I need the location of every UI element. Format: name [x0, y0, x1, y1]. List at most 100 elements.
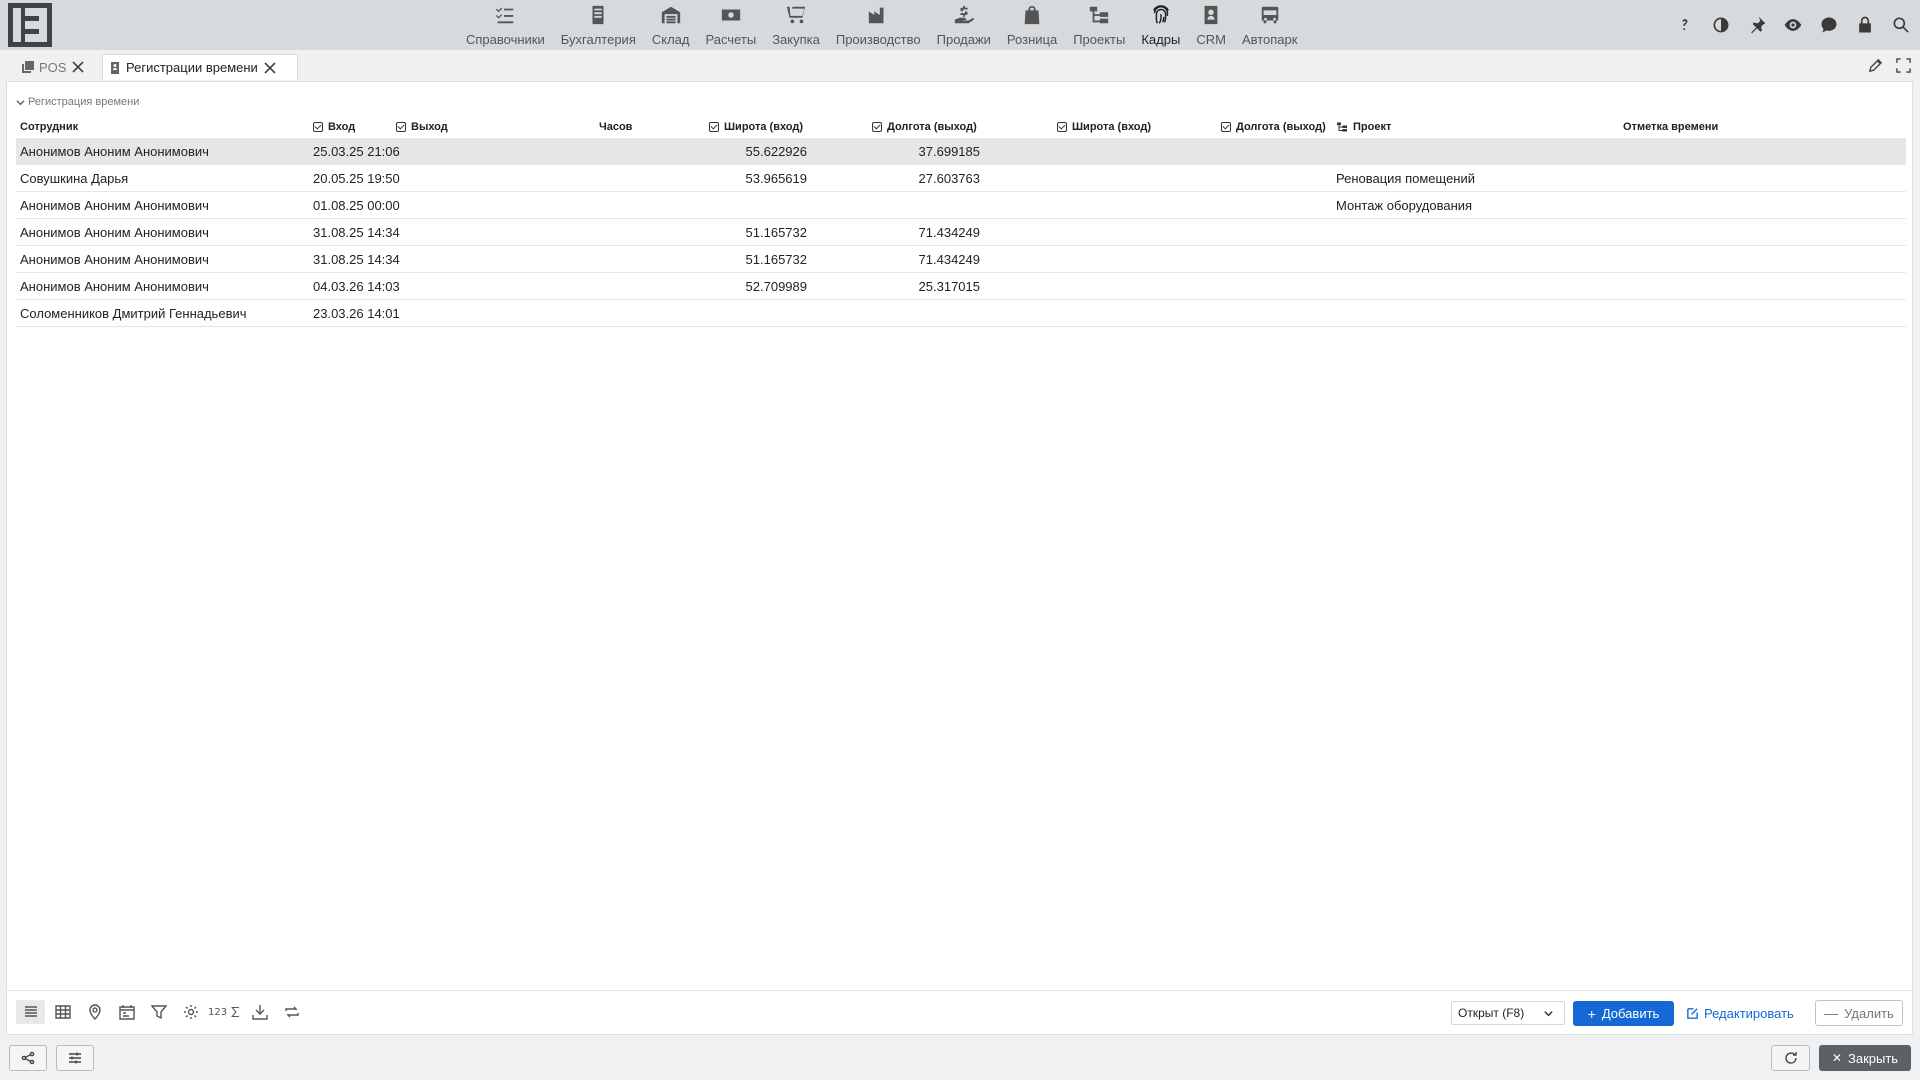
- contact-card-icon: [1199, 3, 1223, 27]
- nav-sales[interactable]: Продажи: [929, 0, 999, 50]
- checkbox-icon: [709, 122, 719, 132]
- column-lat-in[interactable]: Широта (вход): [709, 121, 803, 133]
- cell-project: Реновация помещений: [1336, 171, 1476, 186]
- nav-settlements[interactable]: Расчеты: [697, 0, 764, 50]
- calendar-icon[interactable]: [112, 1000, 141, 1024]
- factory-icon: [866, 3, 890, 27]
- lock-icon[interactable]: [1852, 12, 1878, 38]
- column-label: Широта (вход): [1072, 121, 1152, 133]
- money-icon: [719, 3, 743, 27]
- tab-time-registrations[interactable]: Регистрации времени: [102, 54, 298, 80]
- column-timestamp[interactable]: Отметка времени: [1623, 121, 1718, 133]
- column-lat-in-2[interactable]: Широта (вход): [1057, 121, 1151, 133]
- cell-lat-in: 55.622926: [745, 144, 807, 159]
- checkbox-icon: [1057, 122, 1067, 132]
- main-menu: Справочники Бухгалтерия Склад Расчеты За…: [458, 0, 1305, 50]
- nav-label: Закупка: [772, 32, 820, 47]
- cell-in: 31.08.25 14:34: [313, 225, 400, 240]
- map-pin-icon[interactable]: [80, 1000, 109, 1024]
- close-icon[interactable]: [70, 59, 86, 75]
- cell-employee: Анонимов Аноним Анонимович: [20, 252, 209, 267]
- delete-button[interactable]: — Удалить: [1815, 1000, 1903, 1026]
- cell-in: 20.05.25 19:50: [313, 171, 400, 186]
- chevron-down-icon: [16, 99, 25, 105]
- app-logo[interactable]: [8, 3, 52, 47]
- checkbox-icon: [396, 122, 406, 132]
- cell-lon-out: 71.434249: [918, 252, 980, 267]
- table-row[interactable]: Анонимов Аноним Анонимович 01.08.25 00:0…: [16, 192, 1906, 219]
- tab-label: POS: [39, 59, 67, 75]
- nav-hr[interactable]: Кадры: [1133, 0, 1188, 50]
- table-header: Сотрудник Вход Выход Часов Широта (вход)…: [16, 118, 1906, 138]
- nav-warehouse[interactable]: Склад: [644, 0, 698, 50]
- grid-view-icon[interactable]: [48, 1000, 77, 1024]
- gear-icon[interactable]: [176, 1000, 205, 1024]
- nav-projects[interactable]: Проекты: [1065, 0, 1133, 50]
- edit-button[interactable]: Редактировать: [1686, 1001, 1794, 1026]
- column-employee[interactable]: Сотрудник: [20, 121, 78, 133]
- table-row[interactable]: Анонимов Аноним Анонимович 31.08.25 14:3…: [16, 219, 1906, 246]
- table-row[interactable]: Соломенников Дмитрий Геннадьевич 23.03.2…: [16, 300, 1906, 327]
- sliders-icon: [69, 1052, 81, 1064]
- cell-in: 31.08.25 14:34: [313, 252, 400, 267]
- section-toggle[interactable]: Регистрация времени: [16, 96, 139, 108]
- status-filter-select[interactable]: Открыт (F8): [1451, 1001, 1565, 1025]
- column-hours[interactable]: Часов: [599, 121, 632, 133]
- cell-lon-out: 25.317015: [918, 279, 980, 294]
- close-button[interactable]: ✕ Закрыть: [1819, 1045, 1911, 1071]
- contact-card-icon: [109, 61, 121, 74]
- column-label: Широта (вход): [724, 121, 804, 133]
- close-icon[interactable]: [262, 60, 278, 76]
- column-lon-out[interactable]: Долгота (выход): [872, 121, 977, 133]
- cell-lat-in: 52.709989: [745, 279, 807, 294]
- download-icon[interactable]: [245, 1000, 274, 1024]
- table-row[interactable]: Анонимов Аноним Анонимович 31.08.25 14:3…: [16, 246, 1906, 273]
- nav-purchasing[interactable]: Закупка: [764, 0, 828, 50]
- tab-bar: POS Регистрации времени: [0, 50, 1920, 80]
- nav-label: Расчеты: [705, 32, 757, 47]
- nav-accounting[interactable]: Бухгалтерия: [553, 0, 644, 50]
- edit-pencil-icon[interactable]: [1866, 56, 1884, 74]
- cell-in: 04.03.26 14:03: [313, 279, 400, 294]
- cell-lat-in: 51.165732: [745, 252, 807, 267]
- search-icon[interactable]: [1888, 12, 1914, 38]
- nav-label: Кадры: [1141, 32, 1181, 47]
- nav-retail[interactable]: Розница: [999, 0, 1065, 50]
- column-label: Долгота (выход): [1236, 121, 1326, 133]
- column-in[interactable]: Вход: [313, 121, 355, 133]
- table-row[interactable]: Совушкина Дарья 20.05.25 19:50 53.965619…: [16, 165, 1906, 192]
- time-registrations-table: Сотрудник Вход Выход Часов Широта (вход)…: [16, 118, 1906, 327]
- eye-icon[interactable]: [1780, 12, 1806, 38]
- chat-icon[interactable]: [1816, 12, 1842, 38]
- repeat-icon[interactable]: [277, 1000, 306, 1024]
- table-row[interactable]: Анонимов Аноним Анонимович 25.03.25 21:0…: [16, 138, 1906, 165]
- filter-icon[interactable]: [144, 1000, 173, 1024]
- list-view-icon[interactable]: [16, 1000, 45, 1024]
- nav-crm[interactable]: CRM: [1188, 0, 1234, 50]
- shopping-bag-icon: [1020, 3, 1044, 27]
- hand-money-icon: [952, 3, 976, 27]
- column-label: Проект: [1353, 121, 1392, 133]
- sum-icon[interactable]: 123: [208, 1000, 242, 1024]
- add-button[interactable]: + Добавить: [1573, 1001, 1674, 1026]
- fullscreen-icon[interactable]: [1894, 56, 1912, 74]
- pin-icon[interactable]: [1744, 12, 1770, 38]
- column-project[interactable]: Проект: [1336, 121, 1391, 133]
- column-lon-out-2[interactable]: Долгота (выход): [1221, 121, 1326, 133]
- nav-label: Производство: [835, 32, 921, 47]
- help-icon[interactable]: [1672, 12, 1698, 38]
- cell-in: 01.08.25 00:00: [313, 198, 400, 213]
- sum-label: 123: [208, 1006, 228, 1018]
- nav-directories[interactable]: Справочники: [458, 0, 553, 50]
- refresh-button[interactable]: [1771, 1045, 1810, 1071]
- settings-sliders-button[interactable]: [56, 1045, 94, 1071]
- share-button[interactable]: [9, 1045, 47, 1071]
- table-row[interactable]: Анонимов Аноним Анонимович 04.03.26 14:0…: [16, 273, 1906, 300]
- checklist-icon: [493, 3, 517, 27]
- view-toolbar: 123: [16, 1000, 306, 1024]
- nav-fleet[interactable]: Автопарк: [1234, 0, 1306, 50]
- tab-pos[interactable]: POS: [16, 54, 92, 80]
- contrast-icon[interactable]: [1708, 12, 1734, 38]
- column-out[interactable]: Выход: [396, 121, 448, 133]
- nav-production[interactable]: Производство: [828, 0, 929, 50]
